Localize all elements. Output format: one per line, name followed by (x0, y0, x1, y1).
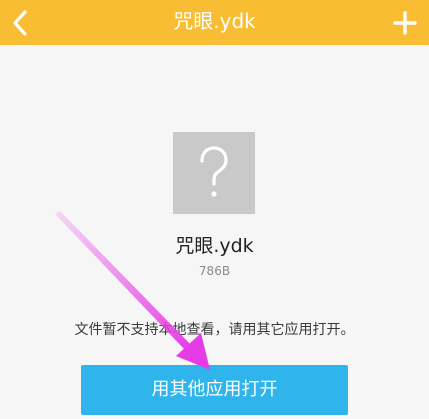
file-size: 786B (198, 264, 231, 278)
add-button[interactable] (381, 0, 429, 45)
plus-icon (393, 10, 417, 35)
page-title: 咒眼.ydk (173, 9, 256, 33)
file-name: 咒眼.ydk (175, 235, 254, 257)
unknown-file-thumbnail (173, 132, 255, 214)
app-header: 咒眼.ydk (0, 0, 429, 45)
file-preview-panel: 咒眼.ydk 786B 文件暂不支持本地查看，请用其它应用打开。 用其他应用打开 (0, 45, 429, 419)
back-button[interactable] (0, 0, 40, 45)
open-with-other-app-button[interactable]: 用其他应用打开 (81, 365, 348, 415)
question-mark-icon (200, 146, 228, 197)
unsupported-notice: 文件暂不支持本地查看，请用其它应用打开。 (74, 322, 355, 338)
chevron-left-icon (13, 9, 27, 36)
